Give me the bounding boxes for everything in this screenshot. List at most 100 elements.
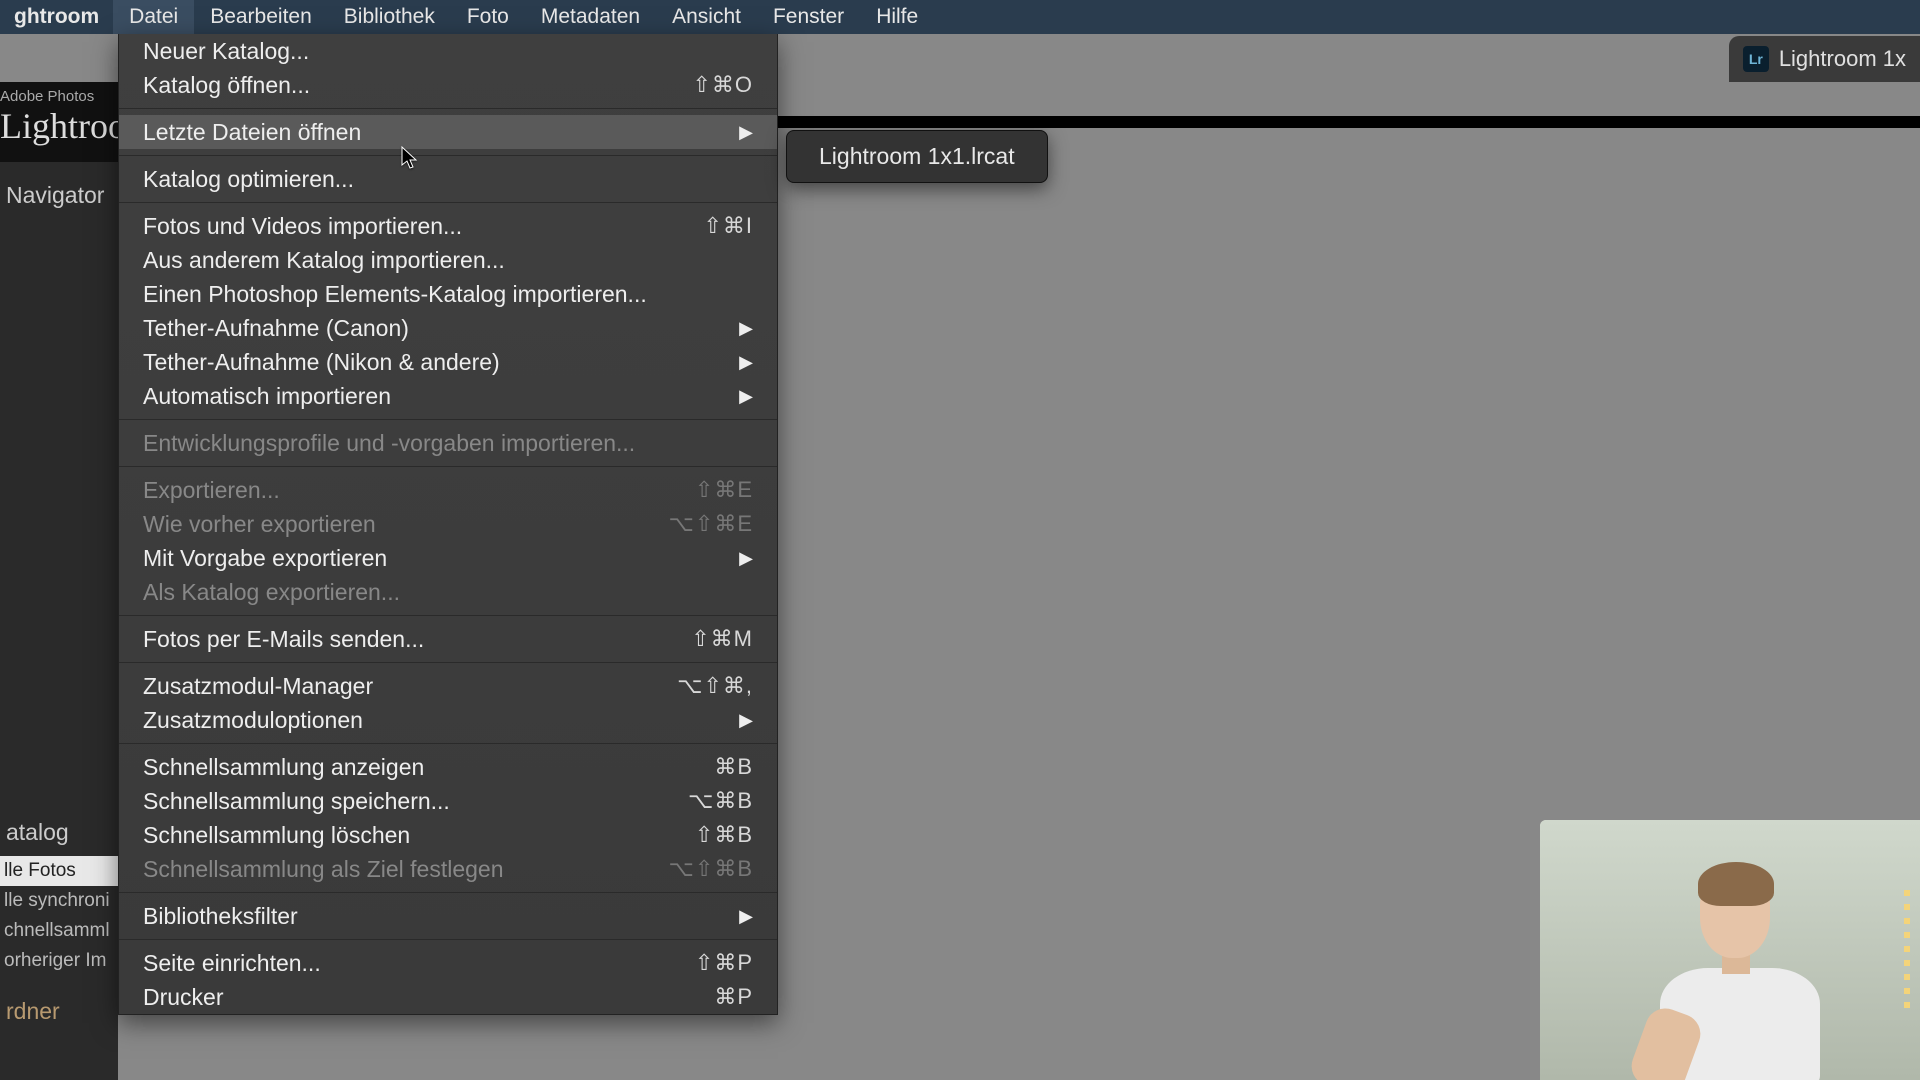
menu-separator — [119, 615, 777, 616]
window-title: Lightroom 1x — [1779, 46, 1906, 72]
menu-row[interactable]: Automatisch importieren ▶ — [119, 379, 777, 413]
menu-separator — [119, 662, 777, 663]
menu-separator — [119, 939, 777, 940]
menu-separator — [119, 743, 777, 744]
menu-row[interactable]: Bibliotheksfilter ▶ — [119, 899, 777, 933]
menu-label: Fotos und Videos importieren... — [143, 213, 462, 240]
menu-separator — [119, 108, 777, 109]
menu-label: Letzte Dateien öffnen — [143, 119, 361, 146]
submenu-arrow-icon: ▶ — [739, 386, 753, 407]
recent-files-submenu: Lightroom 1x1.lrcat — [786, 130, 1048, 183]
menu-row[interactable]: Drucker ⌘P — [119, 980, 777, 1014]
menu-row[interactable]: Aus anderem Katalog importieren... — [119, 243, 777, 277]
menu-shortcut: ⌘B — [714, 754, 753, 780]
menu-label: Tether-Aufnahme (Nikon & andere) — [143, 349, 500, 376]
menu-label: Katalog öffnen... — [143, 72, 310, 99]
file-menu-dropdown: Neuer Katalog... Katalog öffnen... ⇧⌘O Letz… — [118, 34, 778, 1015]
menu-label: Neuer Katalog... — [143, 38, 309, 65]
menu-label: Tether-Aufnahme (Canon) — [143, 315, 409, 342]
menu-label: Zusatzmodul-Manager — [143, 673, 373, 700]
menu-label: Fotos per E-Mails senden... — [143, 626, 424, 653]
menu-label: Bibliotheksfilter — [143, 903, 298, 930]
menu-row[interactable]: Fotos und Videos importieren... ⇧⌘I — [119, 209, 777, 243]
menu-shortcut: ⌥⇧⌘, — [677, 673, 753, 699]
menu-row[interactable]: Zusatzmodul-Manager ⌥⇧⌘, — [119, 669, 777, 703]
menu-shortcut: ⇧⌘E — [695, 477, 753, 503]
panel-prev-import[interactable]: orheriger Im — [0, 946, 118, 976]
menu-row[interactable]: Zusatzmoduloptionen ▶ — [119, 703, 777, 737]
menu-label: Entwicklungsprofile und -vorgaben import… — [143, 430, 635, 457]
menu-bearbeiten[interactable]: Bearbeiten — [194, 0, 328, 34]
menu-label: Als Katalog exportieren... — [143, 579, 400, 606]
menu-fenster[interactable]: Fenster — [757, 0, 860, 34]
recent-file-item[interactable]: Lightroom 1x1.lrcat — [787, 131, 1047, 182]
menu-shortcut: ⌥⇧⌘E — [669, 511, 753, 537]
submenu-arrow-icon: ▶ — [739, 548, 753, 569]
menu-bibliothek[interactable]: Bibliothek — [328, 0, 451, 34]
panel-sync[interactable]: lle synchroni — [0, 886, 118, 916]
menu-separator — [119, 892, 777, 893]
submenu-arrow-icon: ▶ — [739, 318, 753, 339]
menu-ansicht[interactable]: Ansicht — [656, 0, 757, 34]
menu-separator — [119, 202, 777, 203]
brand-big: Lightroo — [0, 105, 118, 147]
menu-row: Exportieren... ⇧⌘E — [119, 473, 777, 507]
menu-row: Schnellsammlung als Ziel festlegen ⌥⇧⌘B — [119, 852, 777, 886]
menu-hilfe[interactable]: Hilfe — [860, 0, 934, 34]
menu-label: Einen Photoshop Elements-Katalog importi… — [143, 281, 647, 308]
menu-label: Schnellsammlung speichern... — [143, 788, 450, 815]
submenu-arrow-icon: ▶ — [739, 906, 753, 927]
menu-shortcut: ⌥⌘B — [688, 788, 753, 814]
menu-row: Entwicklungsprofile und -vorgaben import… — [119, 426, 777, 460]
menu-label: Mit Vorgabe exportieren — [143, 545, 387, 572]
menu-row[interactable]: Fotos per E-Mails senden... ⇧⌘M — [119, 622, 777, 656]
menu-foto[interactable]: Foto — [451, 0, 525, 34]
menu-label: Schnellsammlung löschen — [143, 822, 410, 849]
menu-row[interactable]: Neuer Katalog... — [119, 34, 777, 68]
menu-row[interactable]: Tether-Aufnahme (Nikon & andere)▶ — [119, 345, 777, 379]
brand-area: Adobe Photos Lightroo — [0, 82, 118, 162]
menu-shortcut: ⇧⌘B — [695, 822, 753, 848]
submenu-arrow-icon: ▶ — [739, 710, 753, 731]
menu-row[interactable]: Katalog optimieren... — [119, 162, 777, 196]
menu-row[interactable]: Schnellsammlung speichern... ⌥⌘B — [119, 784, 777, 818]
menu-row[interactable]: Einen Photoshop Elements-Katalog importi… — [119, 277, 777, 311]
menu-datei[interactable]: Datei — [113, 0, 194, 34]
left-panel: Navigator atalog lle Fotos lle synchroni… — [0, 162, 118, 1080]
menu-label: Zusatzmoduloptionen — [143, 707, 363, 734]
folder-title[interactable]: rdner — [0, 976, 118, 1047]
menu-row[interactable]: Tether-Aufnahme (Canon) ▶ — [119, 311, 777, 345]
menu-shortcut: ⇧⌘O — [692, 72, 753, 98]
menu-row[interactable]: Katalog öffnen... ⇧⌘O — [119, 68, 777, 102]
menu-shortcut: ⌘P — [714, 984, 753, 1010]
webcam-overlay — [1540, 820, 1920, 1080]
lightroom-icon: Lr — [1743, 46, 1769, 72]
menu-metadaten[interactable]: Metadaten — [525, 0, 656, 34]
menu-label: Exportieren... — [143, 477, 280, 504]
menu-label: Schnellsammlung als Ziel festlegen — [143, 856, 504, 883]
menu-separator — [119, 419, 777, 420]
menu-row: Wie vorher exportieren ⌥⇧⌘E — [119, 507, 777, 541]
panel-all-photos[interactable]: lle Fotos — [0, 856, 118, 886]
menu-row[interactable]: Mit Vorgabe exportieren ▶ — [119, 541, 777, 575]
menu-separator — [119, 155, 777, 156]
navigator-title[interactable]: Navigator — [0, 162, 118, 219]
menu-row: Als Katalog exportieren... — [119, 575, 777, 609]
menu-separator — [119, 466, 777, 467]
menu-shortcut: ⌥⇧⌘B — [669, 856, 753, 882]
apple-menu-app: ghtroom — [0, 5, 113, 29]
menu-shortcut: ⇧⌘I — [703, 213, 753, 239]
menu-row[interactable]: Schnellsammlung löschen ⇧⌘B — [119, 818, 777, 852]
menu-label: Katalog optimieren... — [143, 166, 354, 193]
menu-row[interactable]: Letzte Dateien öffnen▶ — [119, 115, 777, 149]
panel-quick[interactable]: chnellsamml — [0, 916, 118, 946]
menu-label: Automatisch importieren — [143, 383, 391, 410]
menu-label: Aus anderem Katalog importieren... — [143, 247, 505, 274]
brand-small: Adobe Photos — [0, 82, 118, 105]
menu-shortcut: ⇧⌘M — [691, 626, 753, 652]
menu-row[interactable]: Schnellsammlung anzeigen⌘B — [119, 750, 777, 784]
menu-row[interactable]: Seite einrichten...⇧⌘P — [119, 946, 777, 980]
menu-label: Drucker — [143, 984, 224, 1011]
menu-label: Wie vorher exportieren — [143, 511, 376, 538]
catalog-title[interactable]: atalog — [0, 799, 118, 856]
